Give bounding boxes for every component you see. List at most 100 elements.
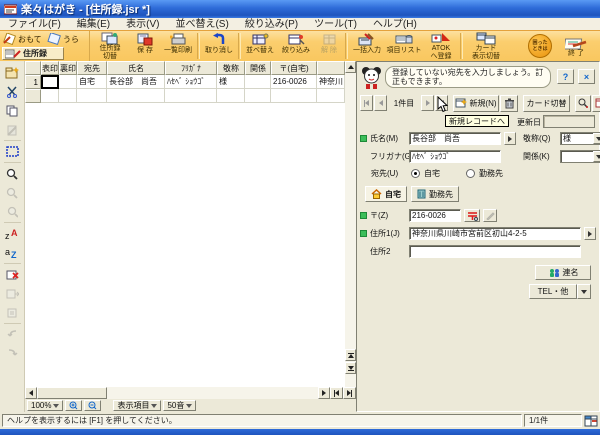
zip-input[interactable] bbox=[409, 209, 461, 222]
scroll-up-button[interactable] bbox=[345, 61, 356, 73]
toolbar-button-item-list[interactable]: 項目リスト bbox=[385, 31, 423, 61]
new-record-button[interactable] bbox=[2, 63, 23, 82]
sort-descending-button[interactable]: zA bbox=[2, 224, 23, 243]
toolbar-button-filter[interactable]: 絞り込み bbox=[278, 31, 314, 61]
empty-row[interactable] bbox=[25, 89, 345, 103]
col-header-addressee[interactable]: 宛先 bbox=[77, 61, 107, 75]
delete-record-button-panel[interactable] bbox=[500, 95, 518, 112]
panel-search-button[interactable] bbox=[575, 95, 591, 112]
memo-button[interactable] bbox=[592, 95, 600, 112]
cut-button[interactable] bbox=[2, 82, 23, 101]
next-record-button[interactable] bbox=[421, 95, 434, 111]
scroll-last-button[interactable] bbox=[343, 387, 356, 399]
vertical-scrollbar[interactable] bbox=[345, 61, 356, 387]
menu-sort[interactable]: 並べ替え(S) bbox=[167, 18, 236, 31]
tab-front[interactable]: おもて bbox=[2, 32, 45, 46]
cell-relation[interactable] bbox=[245, 75, 271, 89]
home-radio-label[interactable]: 自宅 bbox=[424, 168, 440, 179]
tel-etc-button[interactable]: TEL・他 bbox=[529, 284, 577, 299]
card-switch-button[interactable]: カード切替 bbox=[523, 95, 570, 112]
col-header-zip[interactable]: 〒(自宅) bbox=[271, 61, 317, 75]
cell-honorific[interactable]: 様 bbox=[217, 75, 245, 89]
col-header-address-clipped[interactable] bbox=[317, 61, 345, 75]
dropdown-arrow-icon[interactable] bbox=[593, 133, 600, 144]
show-items-button[interactable]: 表示項目 bbox=[113, 400, 161, 411]
toolbar-button-print-list[interactable]: 一覧印刷 bbox=[160, 31, 196, 61]
copy-button[interactable] bbox=[2, 101, 23, 120]
zip-search-button[interactable] bbox=[464, 209, 480, 222]
tel-etc-dropdown-button[interactable] bbox=[577, 284, 591, 299]
toolbar-button-undo[interactable]: 取り消し bbox=[201, 31, 237, 61]
cell-name[interactable]: 長谷部 尚吾 bbox=[107, 75, 165, 89]
scroll-first-button[interactable] bbox=[330, 387, 343, 399]
prev-card-icon bbox=[6, 329, 19, 341]
tab-address-book[interactable]: 住所録 bbox=[2, 47, 64, 60]
toolbar-button-switch-book[interactable]: 住所録 切替 bbox=[90, 31, 130, 61]
menu-help[interactable]: ヘルプ(H) bbox=[365, 18, 425, 31]
toolbar-button-batch-input[interactable]: 一括入力 bbox=[349, 31, 385, 61]
col-header-front-mark[interactable]: 表印 bbox=[41, 61, 59, 75]
home-tab[interactable]: 自宅 bbox=[365, 186, 407, 202]
menu-view[interactable]: 表示(V) bbox=[118, 18, 167, 31]
help-coin-button[interactable]: 困った ときは bbox=[528, 34, 552, 58]
toolbar-button-atok-register[interactable]: ATOK へ登録 bbox=[423, 31, 459, 61]
dropdown-arrow-icon[interactable] bbox=[593, 151, 600, 162]
col-header-kana[interactable]: ﾌﾘｶﾞﾅ bbox=[165, 61, 217, 75]
cell-address[interactable]: 神奈川 bbox=[317, 75, 345, 89]
cell-zip[interactable]: 216-0026 bbox=[271, 75, 317, 89]
name-list-button[interactable] bbox=[504, 132, 516, 145]
panel-help-button[interactable]: ? bbox=[557, 69, 574, 84]
cell-kana[interactable]: ﾊｾﾍﾞ ｼｮｳｺﾞ bbox=[165, 75, 217, 89]
toolbar-button-exit[interactable]: 終 了 bbox=[558, 34, 594, 58]
cell-addressee[interactable]: 自宅 bbox=[77, 75, 107, 89]
prev-record-button[interactable] bbox=[374, 95, 387, 111]
work-tab[interactable]: 勤務先 bbox=[411, 186, 459, 202]
addr1-list-button[interactable] bbox=[584, 227, 596, 240]
work-radio[interactable] bbox=[466, 169, 475, 178]
scroll-page-down-button[interactable] bbox=[345, 362, 356, 374]
kana-input[interactable] bbox=[409, 150, 501, 163]
new-record-button-panel[interactable]: 新規(N) bbox=[453, 95, 499, 112]
menu-tools[interactable]: ツール(T) bbox=[306, 18, 365, 31]
title-bar[interactable]: 楽々はがき - [住所録.jsr *] bbox=[0, 0, 600, 18]
zoom-level-button[interactable]: 100% bbox=[27, 400, 63, 411]
table-row[interactable]: 1 自宅 長谷部 尚吾 ﾊｾﾍﾞ ｼｮｳｺﾞ 様 216-0026 神奈川 bbox=[25, 75, 345, 89]
toolbar-button-card-view-switch[interactable]: カード 表示切替 bbox=[464, 31, 508, 61]
toolbar-button-save[interactable]: 保 存 bbox=[130, 31, 160, 61]
joint-name-button[interactable]: 連名 bbox=[535, 265, 591, 280]
scroll-left-button[interactable] bbox=[25, 387, 37, 399]
addr1-input[interactable] bbox=[409, 227, 581, 240]
honorific-combo[interactable]: 様 bbox=[560, 132, 600, 145]
name-input[interactable] bbox=[409, 132, 501, 145]
menu-edit[interactable]: 編集(E) bbox=[69, 18, 118, 31]
delete-record-button[interactable] bbox=[2, 265, 23, 284]
tab-back[interactable]: うら bbox=[47, 32, 87, 46]
addr2-input[interactable] bbox=[409, 245, 581, 258]
toolbar-separator bbox=[197, 33, 200, 59]
gojuon-button[interactable]: 50音 bbox=[163, 400, 196, 411]
sort-ascending-button[interactable]: aZ bbox=[2, 243, 23, 262]
zoom-in-button[interactable] bbox=[65, 400, 82, 411]
zoom-out-button[interactable] bbox=[84, 400, 101, 411]
horizontal-scrollbar[interactable] bbox=[25, 387, 356, 399]
menu-file[interactable]: ファイル(F) bbox=[0, 18, 69, 31]
search-button[interactable] bbox=[2, 164, 23, 183]
home-radio[interactable] bbox=[411, 169, 420, 178]
cell-front-mark-selected[interactable] bbox=[41, 75, 59, 89]
menu-filter[interactable]: 絞り込み(P) bbox=[237, 18, 306, 31]
scroll-page-up-button[interactable] bbox=[345, 349, 356, 361]
col-header-honorific[interactable]: 敬称 bbox=[217, 61, 245, 75]
relation-combo[interactable] bbox=[560, 150, 600, 163]
col-header-back-mark[interactable]: 裏印 bbox=[59, 61, 77, 75]
row-number[interactable]: 1 bbox=[25, 75, 41, 89]
col-header-relation[interactable]: 関係 bbox=[245, 61, 271, 75]
scroll-right-button[interactable] bbox=[318, 387, 330, 399]
work-radio-label[interactable]: 勤務先 bbox=[479, 168, 503, 179]
cell-back-mark[interactable] bbox=[59, 75, 77, 89]
panel-close-button[interactable]: × bbox=[578, 69, 595, 84]
hscroll-thumb[interactable] bbox=[37, 387, 107, 399]
first-record-button[interactable] bbox=[360, 95, 373, 111]
col-header-name[interactable]: 氏名 bbox=[107, 61, 165, 75]
select-range-button[interactable] bbox=[2, 142, 23, 161]
toolbar-button-sort[interactable]: 並べ替え bbox=[242, 31, 278, 61]
